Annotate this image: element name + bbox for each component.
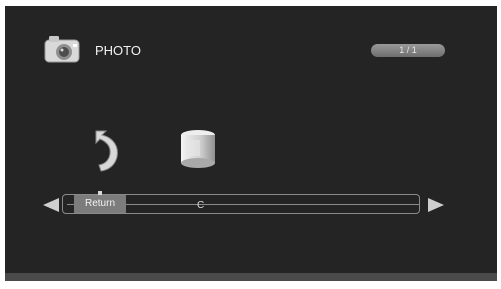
- drive-item-label[interactable]: C: [197, 200, 204, 211]
- return-arrow-icon[interactable]: [91, 129, 125, 173]
- page-indicator: 1 / 1: [371, 44, 445, 57]
- camera-icon: [44, 36, 80, 63]
- arrow-right-icon[interactable]: [428, 198, 444, 212]
- drive-icon[interactable]: [179, 128, 217, 170]
- media-screen: PHOTO 1 / 1 Return C: [5, 6, 497, 281]
- arrow-left-icon[interactable]: [43, 198, 59, 212]
- return-item[interactable]: Return: [74, 191, 126, 213]
- bottom-strip: [5, 273, 497, 281]
- page-title: PHOTO: [95, 43, 141, 58]
